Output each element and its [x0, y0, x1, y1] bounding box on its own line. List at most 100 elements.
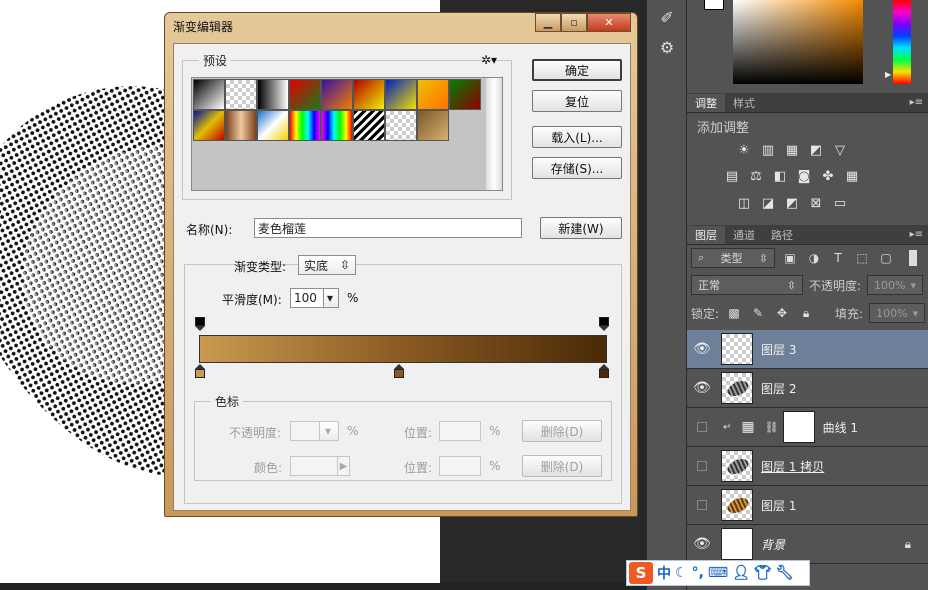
color-balance-icon[interactable]: ⚖ [747, 168, 765, 184]
threshold-icon[interactable]: ◩ [783, 195, 801, 211]
blend-mode-select[interactable]: 正常 ⇳ [691, 275, 803, 295]
channel-mixer-icon[interactable]: ✤ [819, 168, 837, 184]
filter-pixel-icon[interactable]: ▣ [781, 249, 799, 267]
new-button[interactable]: 新建(W) [540, 217, 622, 239]
preset-swatch[interactable] [417, 110, 449, 141]
photo-filter-icon[interactable]: ◙ [795, 168, 813, 184]
preset-swatch[interactable] [225, 110, 257, 141]
smoothness-input[interactable]: 100 [290, 288, 324, 308]
preset-swatch[interactable] [257, 79, 289, 110]
punctuation-icon[interactable]: °, [692, 565, 704, 581]
filter-type-icon[interactable]: T [829, 249, 847, 267]
tab-paths[interactable]: 路径 [763, 226, 801, 244]
chain-link-icon[interactable]: ⛓ [765, 421, 779, 434]
opacity-field[interactable]: 100% ▾ [867, 275, 924, 295]
preset-swatch[interactable] [449, 79, 481, 110]
visibility-toggle[interactable] [687, 461, 717, 471]
gradient-bar[interactable] [199, 335, 607, 363]
visibility-eye-icon[interactable]: 👁︎ [687, 536, 717, 552]
brightness-icon[interactable]: ☀ [735, 142, 753, 158]
smoothness-dropdown[interactable]: ▾ [323, 288, 339, 308]
layer-row[interactable]: 👁︎ 图层 2 [687, 369, 928, 408]
lock-position-icon[interactable]: ✥ [773, 304, 791, 322]
name-input[interactable]: 麦色榴莲 [254, 218, 522, 238]
preset-swatch[interactable] [385, 79, 417, 110]
black-white-icon[interactable]: ◧ [771, 168, 789, 184]
reset-button[interactable]: 复位 [532, 90, 622, 112]
layer-name[interactable]: 图层 1 拷贝 [761, 458, 824, 475]
filter-toggle[interactable] [909, 250, 917, 266]
fill-field[interactable]: 100% ▾ [869, 303, 926, 323]
preset-swatch[interactable] [289, 79, 321, 110]
exposure-icon[interactable]: ◩ [807, 142, 825, 158]
preset-swatch[interactable] [321, 110, 353, 141]
lock-all-icon[interactable]: 🔒︎ [797, 304, 815, 322]
preset-swatch[interactable] [321, 79, 353, 110]
vibrance-icon[interactable]: ▽ [831, 142, 849, 158]
moon-icon[interactable]: ☾ [675, 565, 688, 581]
layer-row[interactable]: 👁︎ 背景 🔒︎ [687, 525, 928, 564]
opacity-stop-right[interactable] [599, 317, 609, 331]
layer-row[interactable]: 👁︎ 图层 3 [687, 330, 928, 369]
preset-scrollbar[interactable] [486, 78, 502, 190]
presets-gear-icon[interactable]: ✲▾ [481, 53, 497, 67]
skin-icon[interactable]: 👕︎ [754, 565, 772, 581]
panel-menu-icon[interactable]: ▸≡ [910, 97, 928, 108]
hue-slider[interactable] [893, 0, 911, 84]
preset-swatch[interactable] [353, 110, 385, 141]
sogou-logo-icon[interactable]: S [629, 562, 653, 584]
lock-transparent-icon[interactable]: ▩ [725, 304, 743, 322]
invert-icon[interactable]: ◫ [735, 195, 753, 211]
layer-name[interactable]: 背景 [761, 536, 785, 553]
ime-mode[interactable]: 中 [657, 563, 671, 583]
preset-swatch[interactable] [257, 110, 289, 141]
visibility-eye-icon[interactable]: 👁︎ [687, 380, 717, 396]
layer-name[interactable]: 曲线 1 [823, 419, 858, 436]
minimize-button[interactable]: ▁ [535, 13, 561, 32]
visibility-toggle[interactable] [687, 500, 717, 510]
load-button[interactable]: 载入(L)... [532, 126, 622, 148]
layer-name[interactable]: 图层 1 [761, 497, 796, 514]
tab-adjustments[interactable]: 调整 [687, 94, 725, 112]
tab-channels[interactable]: 通道 [725, 226, 763, 244]
color-stop-right[interactable] [599, 364, 609, 378]
save-button[interactable]: 存储(S)... [532, 157, 622, 179]
brush-preset-icon[interactable]: ✐ [647, 2, 687, 32]
visibility-toggle[interactable] [687, 422, 717, 432]
preset-swatch[interactable] [225, 79, 257, 110]
color-lookup-icon[interactable]: ▦ [843, 168, 861, 184]
gradient-map-icon[interactable]: ▭ [831, 195, 849, 211]
layers-menu-icon[interactable]: ▸≡ [910, 229, 928, 240]
maximize-button[interactable]: ▫ [561, 13, 587, 32]
layer-kind-select[interactable]: ⌕ 类型 ⇳ [691, 248, 775, 268]
gradient-type-select[interactable]: 实底 ⇳ [298, 255, 356, 275]
lock-paint-icon[interactable]: ✎ [749, 304, 767, 322]
preset-swatch[interactable] [385, 110, 417, 141]
filter-shape-icon[interactable]: ⬚ [853, 249, 871, 267]
ok-button[interactable]: 确定 [532, 59, 622, 81]
color-stop-left[interactable] [195, 364, 205, 378]
keyboard-icon[interactable]: ⌨ [708, 565, 728, 581]
tab-layers[interactable]: 图层 [687, 226, 725, 244]
delete-opacity-stop-button[interactable]: 删除(D) [522, 420, 602, 442]
preset-swatch[interactable] [417, 79, 449, 110]
levels-icon[interactable]: ▥ [759, 142, 777, 158]
opacity-stop-left[interactable] [195, 317, 205, 331]
filter-adjust-icon[interactable]: ◑ [805, 249, 823, 267]
curves-icon[interactable]: ▦ [783, 142, 801, 158]
foreground-color-swatch[interactable] [704, 0, 724, 10]
layer-row[interactable]: ↵ ▦ ⛓ 曲线 1 [687, 408, 928, 447]
preset-swatch[interactable] [289, 110, 321, 141]
posterize-icon[interactable]: ◪ [759, 195, 777, 211]
delete-color-stop-button[interactable]: 删除(D) [522, 455, 602, 477]
selective-color-icon[interactable]: ⊠ [807, 195, 825, 211]
close-button[interactable]: ✕ [587, 13, 631, 32]
wrench-icon[interactable]: 🔧︎ [776, 565, 794, 581]
preset-swatch[interactable] [193, 79, 225, 110]
layer-name[interactable]: 图层 3 [761, 341, 796, 358]
layer-name[interactable]: 图层 2 [761, 380, 796, 397]
visibility-eye-icon[interactable]: 👁︎ [687, 341, 717, 357]
preset-swatch[interactable] [353, 79, 385, 110]
color-picker-field[interactable] [733, 0, 863, 84]
hue-saturation-icon[interactable]: ▤ [723, 168, 741, 184]
